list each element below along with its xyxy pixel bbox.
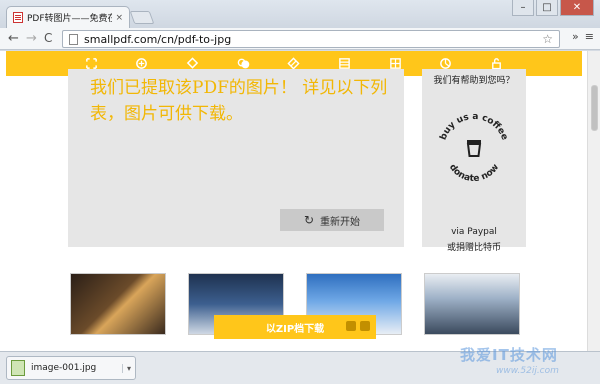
- zip-label: 以ZIP档下载: [265, 323, 325, 335]
- restart-button[interactable]: ↻ 重新开始: [280, 209, 384, 231]
- new-tab-button[interactable]: [129, 11, 155, 24]
- donate-panel: 我们有帮助到您吗？ buy us a coffee donate now via…: [422, 69, 526, 253]
- restart-label: 重新开始: [320, 216, 361, 228]
- maximize-button[interactable]: □: [536, 0, 558, 16]
- reload-button[interactable]: C: [44, 31, 52, 45]
- bitcoin-link[interactable]: 或捐赠比特币: [422, 240, 526, 253]
- url-text[interactable]: smallpdf.com/cn/pdf-to-jpg: [84, 33, 542, 46]
- site-watermark: 我爱IT技术网 www.52ij.com: [440, 300, 600, 384]
- chrome-menu-button[interactable]: ≡: [585, 30, 594, 43]
- watermark-text: 我爱IT技术网: [460, 346, 558, 364]
- pdf-favicon-icon: [13, 12, 23, 23]
- thumbnail-image[interactable]: [70, 273, 166, 335]
- back-button[interactable]: ←: [8, 31, 19, 46]
- refresh-icon: ↻: [303, 213, 315, 227]
- address-bar[interactable]: smallpdf.com/cn/pdf-to-jpg ☆: [62, 30, 560, 48]
- download-zip-button[interactable]: 以ZIP档下载: [214, 315, 376, 339]
- buy-coffee-badge[interactable]: buy us a coffee donate now: [434, 107, 514, 187]
- bookmark-star-icon[interactable]: ☆: [542, 32, 553, 46]
- forward-button[interactable]: →: [26, 31, 37, 46]
- extraction-message: 我们已提取该PDF的图片！ 详见以下列表，图片可供下载。: [90, 78, 388, 124]
- extensions-overflow-button[interactable]: »: [572, 30, 579, 43]
- page-icon: [69, 33, 78, 45]
- ring-top-text: buy us a coffee: [439, 112, 510, 142]
- tab-title: PDF转图片——免费在线P: [27, 14, 113, 24]
- window-controls: – □ ✕: [512, 0, 594, 16]
- close-window-button[interactable]: ✕: [560, 0, 594, 16]
- cloud-save-icons: [346, 321, 370, 331]
- result-panel: 我们已提取该PDF的图片！ 详见以下列表，图片可供下载。 ↻ 重新开始: [68, 69, 404, 247]
- toolbar-right: » ≡: [572, 30, 594, 43]
- watermark-url: www.52ij.com: [496, 366, 559, 376]
- browser-tab[interactable]: PDF转图片——免费在线P ×: [6, 6, 130, 28]
- tab-close-icon[interactable]: ×: [115, 13, 123, 23]
- dropbox-icon: [346, 321, 356, 331]
- ring-bottom-text: donate now: [447, 162, 501, 184]
- coffee-cup-icon: [466, 140, 482, 157]
- download-menu-chevron-icon[interactable]: ▾: [121, 363, 131, 373]
- browser-toolbar: ← → C smallpdf.com/cn/pdf-to-jpg ☆ » ≡: [0, 28, 600, 50]
- donate-header: 我们有帮助到您吗？: [433, 76, 515, 86]
- tab-strip: PDF转图片——免费在线P × – □ ✕: [0, 0, 600, 28]
- browser-window: PDF转图片——免费在线P × – □ ✕ ← → C smallpdf.com…: [0, 0, 600, 384]
- download-filename: image-001.jpg: [31, 363, 97, 373]
- drive-icon: [360, 321, 370, 331]
- paypal-text: via Paypal: [451, 227, 497, 237]
- scrollbar-thumb[interactable]: [591, 85, 598, 131]
- image-file-icon: [11, 360, 25, 376]
- minimize-button[interactable]: –: [512, 0, 534, 16]
- download-item[interactable]: image-001.jpg ▾: [6, 356, 136, 380]
